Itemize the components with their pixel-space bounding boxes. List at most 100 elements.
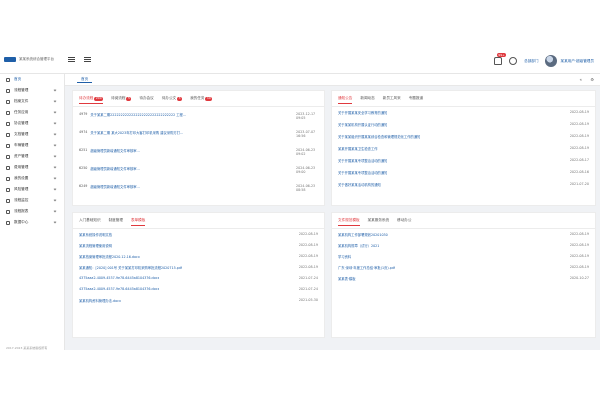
task-list: 4979 关于某某二期222222222222222222222222222222… [79,109,318,196]
message-icon[interactable] [509,57,518,65]
list-item[interactable]: 某某开展某某卫生检查工作 2022-08-19 [338,146,589,158]
panel-notices: 通知公告 新闻动态 新员工风采 专题报道 关于开展某某安全学习教育的通知 2022… [331,90,596,206]
tab-form-templates[interactable]: 表单模板 [130,218,146,226]
list-item[interactable]: 4979 关于某某二期222222222222222222222222222222… [79,112,318,130]
tab-notice[interactable]: 通知公告 [338,96,353,104]
sidebar-item-label: 文档管理 [14,132,29,136]
list-item[interactable]: 关于开展某某安全学习教育的通知 2022-08-19 [338,110,589,122]
notification-bell-icon[interactable]: 99+ [494,53,507,65]
tags-prev-icon[interactable]: « [580,77,582,82]
sidebar-item-risk[interactable]: 风险管理 [0,184,64,195]
sidebar-footer: 2017-2023 某某系统版权所有 [6,346,48,350]
tab-my-tasks[interactable]: 我的任务 10 [190,96,213,104]
tab-toread-process[interactable]: 待阅流程 5 [111,96,132,104]
chevron-down-icon [53,154,57,158]
tab-rules[interactable]: 制度管理 [109,218,123,226]
list-item[interactable]: 某某流程管理使用说明 2022-08-19 [79,243,318,254]
sidebar-item-asset[interactable]: 资产管理 [0,151,64,162]
home-icon [6,77,10,82]
list-item[interactable]: 6250 超级管理员新增通知文件审核审批单 2024-06-23 09:00 [79,166,318,184]
tab-meetings[interactable]: 待办会议 [139,96,153,104]
sidebar-item-home[interactable]: 首页 [0,74,64,85]
sidebar-item-data[interactable]: 数据中心 [0,217,64,228]
panel-tabs: 入门基础知识 制度管理 表单模板 [79,218,153,226]
document-icon [6,132,10,137]
top-bar: 某某系统综合管理平台 99+ 总部部门 某某用户·超级管理员 [0,48,600,74]
sidebar-item-monitor[interactable]: 流程监控 [0,195,64,206]
play-icon [6,198,10,203]
tab-new-staff[interactable]: 新员工风采 [383,96,401,104]
sidebar-item-label: 协议管理 [14,121,29,125]
avatar[interactable] [544,55,557,67]
sidebar-item-tasks[interactable]: 任务应用 [0,107,64,118]
monitor-icon [6,121,10,126]
list-item[interactable]: 关于做好某某活动机构的通知 2021-07-20 [338,182,589,194]
file-list: 某某系统操作说明文档 2022-08-19 某某流程管理使用说明 2022-08-1… [79,231,318,309]
panel-links: 文件规范模板 某某服务系统 移动办公 某某机构工作部署规划20201030 202… [331,212,596,338]
tab-topics[interactable]: 专题报道 [409,96,423,104]
panel-tabs: 待办流程 200 待阅流程 5 待办会议 待办公文 3 我的任务 10 [79,96,220,104]
list-item[interactable]: 4375aaa2-4009-4537-9e78-6445a8104376.doc… [79,287,318,298]
menu-collapse-icon[interactable] [68,56,75,63]
list-item[interactable]: 某某机构资料管理办法.docx 2021-05-30 [79,298,318,309]
tags-menu-icon[interactable]: ⚙ [590,77,594,82]
list-item[interactable]: 学习资料 2022-08-19 [338,254,589,265]
list-item[interactable]: 某某系统操作说明文档 2022-08-19 [79,232,318,243]
tab-file-templates[interactable]: 文件规范模板 [338,218,360,226]
sidebar-item-label: 我的设置 [14,176,29,180]
tags-bar: 首页 « ⚙ [65,74,600,86]
list-item[interactable]: 关于开展某某专项整治活动的通知 2022-08-16 [338,170,589,182]
sidebar-item-label: 数据中心 [14,220,29,224]
panel-tabs: 通知公告 新闻动态 新员工风采 专题报道 [338,96,431,104]
logo-text: 某某系统综合管理平台 [19,57,54,61]
list-item[interactable]: 广东·深圳·年度工作总结·审批(1页).pdf 2022-08-19 [338,265,589,276]
sidebar-item-process[interactable]: 流程管理 [0,85,64,96]
user-dropdown[interactable]: 某某用户·超级管理员 [561,59,595,64]
list-item[interactable]: 关于某某组织开展某某综合检查和管理规范化工作的通知 2022-08-19 [338,134,589,146]
sidebar-item-label: 风险管理 [14,187,29,191]
list-item[interactable]: 4974关于某某二期 某大2023年打印大客打印机采购 建议采购方打印审核审批单… [79,130,318,148]
expense-icon [6,165,10,170]
chart-icon [6,209,10,214]
list-item[interactable]: 某某机构规章（试行）2021 2022-08-19 [338,243,589,254]
sidebar-item-document[interactable]: 文档管理 [0,129,64,140]
logo: 某某系统综合管理平台 [4,57,54,62]
sidebar-item-expense[interactable]: 费用管理 [0,162,64,173]
list-item[interactable]: 关于某某机构开展认证行动的通知 2022-08-19 [338,122,589,134]
department-dropdown[interactable]: 总部部门 [524,59,538,64]
chevron-down-icon [53,99,57,103]
tab-official-docs[interactable]: 待办公文 3 [162,96,183,104]
sidebar-item-archive[interactable]: 档案文件 [0,96,64,107]
tab-service-system[interactable]: 某某服务系统 [368,218,390,226]
tab-home[interactable]: 首页 [77,77,93,83]
list-item[interactable]: 某某通知：[2020] 001号 关于某某打印机采购审批流程2020715.pd… [79,265,318,276]
logo-mark [4,57,16,62]
tab-todo-process[interactable]: 待办流程 200 [79,96,104,104]
task-icon [6,110,10,115]
tab-badge: 5 [126,96,132,101]
app-window: 某某系统综合管理平台 99+ 总部部门 某某用户·超级管理员 首页 流程管理 档… [0,48,600,350]
list-item[interactable]: 某某档案管理审批流程2020.12.16.docx 2022-08-19 [79,254,318,265]
sidebar-item-settings[interactable]: 我的设置 [0,173,64,184]
tab-basics[interactable]: 入门基础知识 [79,218,101,226]
list-item[interactable]: 6251 超级管理员新增通知文件审核审批单 2024-06-23 09:02 [79,148,318,166]
sidebar-item-vehicle[interactable]: 车辆管理 [0,140,64,151]
chevron-down-icon [53,220,57,224]
tab-mobile-office[interactable]: 移动办公 [397,218,411,226]
list-item[interactable]: 某某表·模板 2020-10-27 [338,276,589,287]
menu-list-icon[interactable] [84,56,91,63]
sidebar-item-label: 流程管理 [14,88,29,92]
list-item[interactable]: 某某机构工作部署规划20201030 2022-08-19 [338,232,589,243]
sidebar-item-report[interactable]: 流程报表 [0,206,64,217]
sidebar-item-agreement[interactable]: 协议管理 [0,118,64,129]
panel-files: 入门基础知识 制度管理 表单模板 某某系统操作说明文档 2022-08-19 某某… [72,212,325,338]
chevron-down-icon [53,165,57,169]
gear-icon [6,176,10,181]
list-item[interactable]: 关于开展某某专项整治活动的通知 2022-08-17 [338,158,589,170]
tab-news[interactable]: 新闻动态 [360,96,374,104]
chevron-down-icon [53,198,57,202]
list-item[interactable]: 4375aaa2-4009-4537-9e78-6445a8104376.doc… [79,276,318,287]
list-item[interactable]: 6249 超级管理员新增通知文件审核审批单 2024-06-23 08:58 [79,184,318,196]
chevron-down-icon [53,121,57,125]
chevron-down-icon [53,187,57,191]
